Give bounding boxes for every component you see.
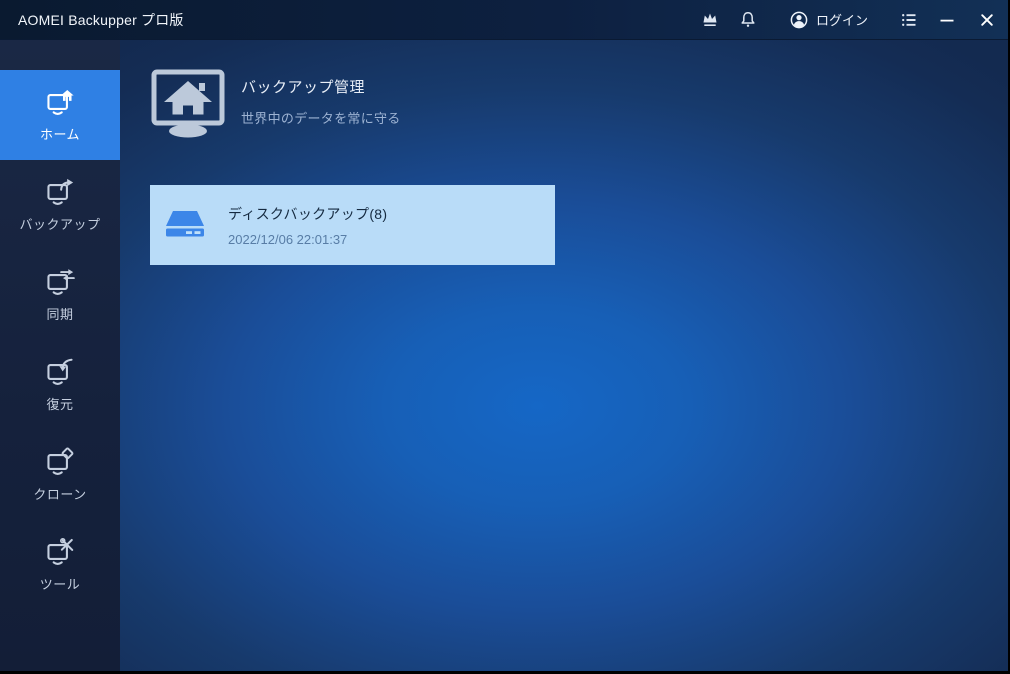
page-subtitle: 世界中のデータを常に守る bbox=[241, 111, 401, 126]
minimize-icon bbox=[937, 10, 957, 30]
sidebar-item-label: 復元 bbox=[46, 397, 74, 412]
disk-icon bbox=[164, 206, 206, 244]
titlebar-actions: ログイン bbox=[691, 0, 1008, 39]
monitor-sync-icon bbox=[45, 267, 75, 297]
sidebar-item-label: クローン bbox=[33, 487, 87, 502]
close-icon bbox=[977, 10, 997, 30]
monitor-home-icon bbox=[45, 87, 75, 117]
notifications-button[interactable] bbox=[729, 0, 767, 39]
backup-task-card[interactable]: ディスクバックアップ(8) 2022/12/06 22:01:37 bbox=[150, 185, 555, 265]
backup-task-text: ディスクバックアップ(8) 2022/12/06 22:01:37 bbox=[228, 204, 387, 247]
backup-task-timestamp: 2022/12/06 22:01:37 bbox=[228, 231, 348, 247]
minimize-button[interactable] bbox=[928, 0, 966, 39]
backup-task-title: ディスクバックアップ(8) bbox=[228, 205, 388, 222]
upgrade-button[interactable] bbox=[691, 0, 729, 39]
monitor-restore-icon bbox=[45, 357, 75, 387]
sidebar-item-backup[interactable]: バックアップ bbox=[0, 160, 120, 250]
sidebar-item-restore[interactable]: 復元 bbox=[0, 340, 120, 430]
monitor-backup-icon bbox=[45, 177, 75, 207]
bell-icon bbox=[738, 10, 758, 30]
monitor-clone-icon bbox=[45, 447, 75, 477]
login-button[interactable]: ログイン bbox=[775, 0, 882, 39]
page-header-text: バックアップ管理 世界中のデータを常に守る bbox=[241, 68, 401, 127]
monitor-home-large-icon bbox=[150, 68, 226, 140]
sidebar-item-home[interactable]: ホーム bbox=[0, 70, 120, 160]
page-title: バックアップ管理 bbox=[241, 79, 366, 96]
sidebar-item-sync[interactable]: 同期 bbox=[0, 250, 120, 340]
app-title: AOMEI Backupper プロ版 bbox=[18, 11, 184, 28]
sidebar-item-tools[interactable]: ツール bbox=[0, 520, 120, 610]
login-label: ログイン bbox=[815, 13, 868, 28]
sidebar-item-label: バックアップ bbox=[19, 217, 101, 232]
app-window: AOMEI Backupper プロ版 ログイン ホーム バックアップ 同期 復… bbox=[0, 0, 1010, 674]
close-button[interactable] bbox=[966, 0, 1008, 39]
menu-button[interactable] bbox=[890, 0, 928, 39]
main-content: バックアップ管理 世界中のデータを常に守る ディスクバックアップ(8) 2022… bbox=[120, 40, 1008, 671]
sidebar-item-label: 同期 bbox=[46, 307, 74, 322]
sidebar-item-label: ホーム bbox=[39, 127, 81, 142]
monitor-tools-icon bbox=[45, 537, 75, 567]
page-header: バックアップ管理 世界中のデータを常に守る bbox=[150, 68, 401, 140]
sidebar-item-clone[interactable]: クローン bbox=[0, 430, 120, 520]
crown-upgrade-icon bbox=[700, 10, 720, 30]
sidebar: ホーム バックアップ 同期 復元 クローン ツール bbox=[0, 40, 120, 671]
titlebar: AOMEI Backupper プロ版 ログイン bbox=[0, 0, 1008, 40]
user-icon bbox=[789, 10, 809, 30]
list-menu-icon bbox=[899, 10, 919, 30]
sidebar-item-label: ツール bbox=[39, 577, 81, 592]
